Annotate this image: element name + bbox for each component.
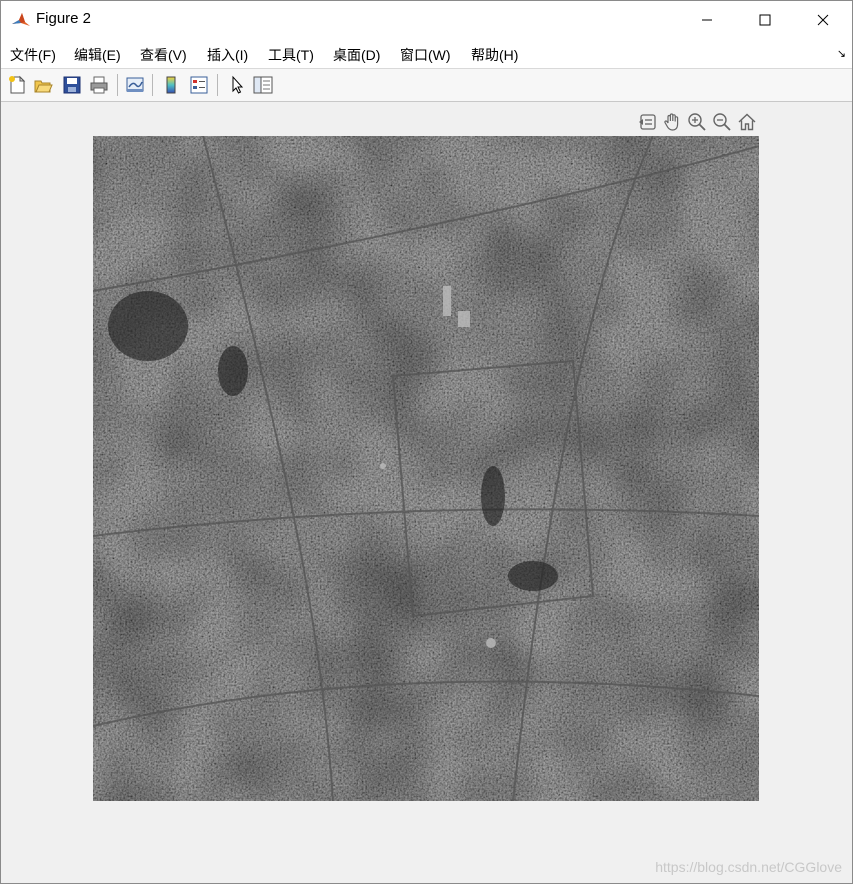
toolbar-separator (217, 74, 218, 96)
link-plot-icon (126, 77, 144, 92)
maximize-icon (759, 14, 771, 26)
zoom-out-icon (713, 113, 731, 131)
menu-view[interactable]: 查看(V) (140, 45, 187, 65)
toolbar-separator (117, 74, 118, 96)
menu-edit[interactable]: 编辑(E) (74, 45, 121, 65)
colorbar-icon (166, 76, 176, 94)
zoom-in-icon (688, 113, 706, 131)
export-button[interactable] (637, 111, 659, 133)
menu-insert[interactable]: 插入(I) (207, 45, 248, 65)
colorbar-button[interactable] (159, 73, 183, 97)
new-figure-icon (9, 75, 26, 94)
figure-toolbar (1, 69, 852, 102)
title-bar[interactable]: Figure 2 (1, 1, 852, 39)
dock-arrow-icon[interactable]: ↘ (837, 47, 846, 60)
watermark: https://blog.csdn.net/CGGlove (655, 859, 842, 875)
pan-icon (664, 113, 679, 131)
home-button[interactable] (736, 111, 758, 133)
menu-tools[interactable]: 工具(T) (268, 45, 314, 65)
select-pointer-icon (232, 75, 244, 94)
menu-help[interactable]: 帮助(H) (471, 45, 518, 65)
save-button[interactable] (60, 73, 84, 97)
print-icon (90, 76, 108, 94)
satellite-image (93, 136, 759, 801)
home-icon (738, 113, 756, 131)
satellite-image-graphic (93, 136, 759, 801)
minimize-icon (702, 19, 712, 21)
export-icon (639, 114, 656, 130)
figure-window: Figure 2 文件(F) 编辑(E) 查看(V) 插入(I) 工具(T) 桌… (0, 0, 853, 884)
close-button[interactable] (794, 1, 852, 39)
save-icon (63, 76, 81, 94)
open-file-icon (34, 80, 53, 93)
menu-desktop[interactable]: 桌面(D) (333, 45, 380, 65)
menu-bar: 文件(F) 编辑(E) 查看(V) 插入(I) 工具(T) 桌面(D) 窗口(W… (1, 39, 852, 69)
minimize-button[interactable] (678, 1, 736, 39)
matlab-icon (11, 10, 31, 30)
new-figure-button[interactable] (5, 73, 29, 97)
open-file-button[interactable] (31, 73, 55, 97)
menu-file[interactable]: 文件(F) (10, 45, 56, 65)
maximize-button[interactable] (736, 1, 794, 39)
pan-button[interactable] (661, 111, 683, 133)
legend-icon (190, 76, 208, 94)
print-button[interactable] (87, 73, 111, 97)
select-pointer-button[interactable] (225, 73, 249, 97)
zoom-in-button[interactable] (686, 111, 708, 133)
window-title: Figure 2 (36, 10, 92, 27)
property-inspector-icon (253, 76, 273, 94)
property-inspector-button[interactable] (251, 73, 275, 97)
close-icon (817, 14, 829, 26)
zoom-out-button[interactable] (711, 111, 733, 133)
legend-button[interactable] (187, 73, 211, 97)
menu-window[interactable]: 窗口(W) (400, 45, 451, 65)
link-plot-button[interactable] (123, 73, 147, 97)
toolbar-separator (152, 74, 153, 96)
